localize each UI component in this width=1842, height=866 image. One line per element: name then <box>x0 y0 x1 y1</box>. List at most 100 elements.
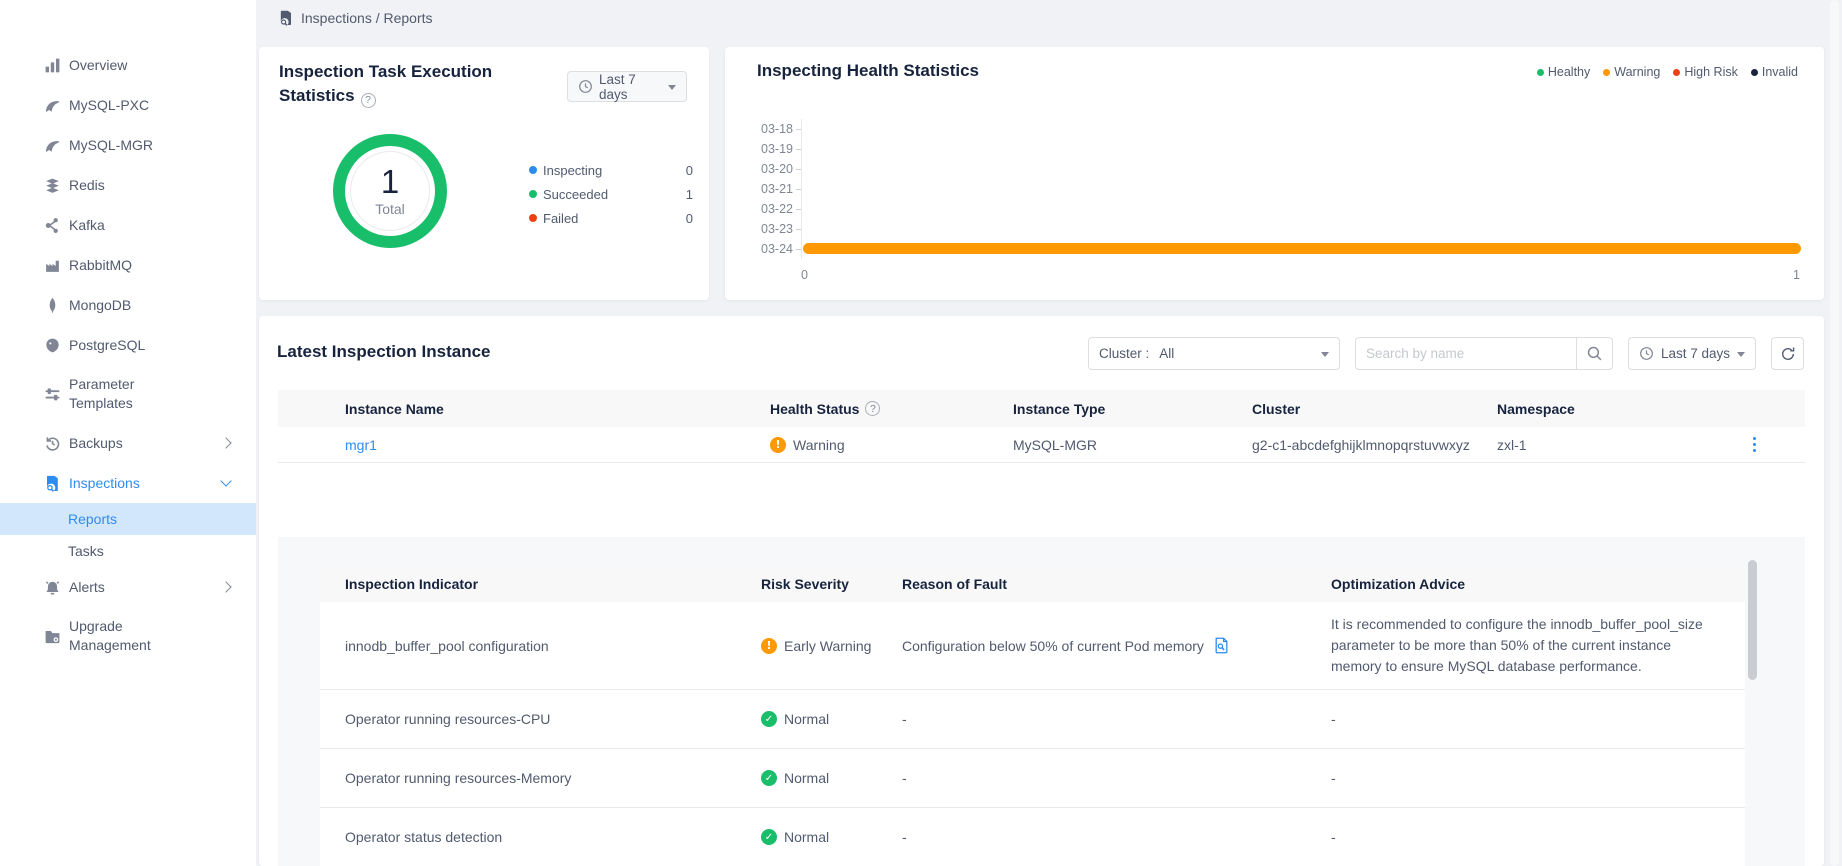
chevron-right-icon <box>220 437 231 448</box>
sidebar-item-inspections[interactable]: Inspections <box>0 463 256 503</box>
caret-down-icon <box>668 85 676 94</box>
legend-count: 1 <box>686 187 693 202</box>
bar-chart-icon <box>44 57 61 74</box>
search-input[interactable] <box>1356 338 1576 369</box>
risk-severity-badge: Early Warning <box>761 638 902 654</box>
sidebar-item-overview[interactable]: Overview <box>0 45 256 85</box>
y-tick-label: 03-21 <box>753 182 793 196</box>
y-tick-label: 03-23 <box>753 222 793 236</box>
risk-severity-badge: Normal <box>761 829 902 845</box>
layers-icon <box>44 177 61 194</box>
refresh-button[interactable] <box>1771 337 1804 370</box>
col-reason-of-fault: Reason of Fault <box>902 576 1331 592</box>
help-icon[interactable]: ? <box>865 401 880 416</box>
sidebar-item-tasks[interactable]: Tasks <box>0 535 256 567</box>
sidebar-nav: Overview MySQL-PXC MySQL-MGR Redis Kafka… <box>0 0 256 665</box>
task-stats-title: Inspection Task Execution Statistics? <box>279 60 524 108</box>
legend-item-inspecting[interactable]: Inspecting 0 <box>529 158 693 182</box>
detail-table: Inspection Indicator Risk Severity Reaso… <box>320 565 1745 866</box>
clock-icon <box>578 79 593 94</box>
dolphin-icon <box>44 137 61 154</box>
y-tick-label: 03-19 <box>753 142 793 156</box>
sidebar-item-parameter-templates[interactable]: Parameter Templates <box>0 365 256 423</box>
task-range-select[interactable]: Last 7 days <box>567 71 687 102</box>
sidebar-item-kafka[interactable]: Kafka <box>0 205 256 245</box>
risk-severity-badge: Normal <box>761 711 902 727</box>
health-chart-row: 03-22 <box>753 199 1800 219</box>
chevron-right-icon <box>220 581 231 592</box>
donut-total-value: 1 <box>381 165 399 199</box>
search-icon[interactable] <box>1576 338 1612 369</box>
report-detail-icon[interactable] <box>1213 637 1230 654</box>
detail-scrollbar-thumb[interactable] <box>1748 560 1757 680</box>
health-chart-xaxis: 0 1 <box>801 268 1800 282</box>
legend-item-warning[interactable]: Warning <box>1603 65 1660 79</box>
search-box <box>1355 337 1613 370</box>
clock-icon <box>1639 346 1654 361</box>
health-stats-card: Inspecting Health Statistics Healthy War… <box>725 47 1824 300</box>
legend-dot <box>1673 69 1680 76</box>
health-chart-row: 03-23 <box>753 219 1800 239</box>
legend-dot <box>1537 69 1544 76</box>
dolphin-icon <box>44 97 61 114</box>
inspection-icon <box>44 475 61 492</box>
sidebar-item-rabbitmq[interactable]: RabbitMQ <box>0 245 256 285</box>
legend-dot <box>529 190 537 198</box>
sidebar-item-mongodb[interactable]: MongoDB <box>0 285 256 325</box>
x-tick-max: 1 <box>1793 268 1800 282</box>
network-icon <box>44 217 61 234</box>
warning-circle-icon <box>761 638 777 654</box>
detail-row: Operator running resources-CPU Normal - … <box>320 690 1745 749</box>
instance-filters: Cluster : All Last 7 days <box>1088 337 1804 370</box>
task-legend: Inspecting 0 Succeeded 1 Failed 0 <box>529 158 693 230</box>
instance-row: mgr1 Warning MySQL-MGR g2-c1-abcdefghijk… <box>278 427 1805 463</box>
chevron-down-icon <box>220 475 231 486</box>
instance-name-link[interactable]: mgr1 <box>345 437 377 453</box>
page-scrollbar[interactable] <box>1830 0 1839 866</box>
legend-item-invalid[interactable]: Invalid <box>1751 65 1798 79</box>
cluster-select[interactable]: Cluster : All <box>1088 337 1340 370</box>
instance-type-value: MySQL-MGR <box>1013 437 1252 453</box>
caret-down-icon <box>1737 352 1745 361</box>
leaf-icon <box>44 297 61 314</box>
col-namespace: Namespace <box>1497 401 1740 417</box>
legend-dot <box>1751 69 1758 76</box>
sidebar-item-mysql-mgr[interactable]: MySQL-MGR <box>0 125 256 165</box>
y-tick-label: 03-22 <box>753 202 793 216</box>
instance-table-header: Instance Name Health Status? Instance Ty… <box>278 390 1805 427</box>
restore-icon <box>44 435 61 452</box>
sidebar-item-postgresql[interactable]: PostgreSQL <box>0 325 256 365</box>
check-circle-icon <box>761 770 777 786</box>
health-chart-row: 03-21 <box>753 179 1800 199</box>
instance-detail-panel: Inspection Indicator Risk Severity Reaso… <box>278 537 1805 866</box>
legend-item-healthy[interactable]: Healthy <box>1537 65 1590 79</box>
legend-dot <box>1603 69 1610 76</box>
inspection-icon <box>278 10 294 26</box>
alarm-icon <box>44 579 61 596</box>
legend-count: 0 <box>686 211 693 226</box>
row-actions-menu[interactable] <box>1749 433 1761 457</box>
y-tick-label: 03-20 <box>753 162 793 176</box>
col-risk-severity: Risk Severity <box>761 576 902 592</box>
breadcrumb[interactable]: Inspections / Reports <box>278 10 433 26</box>
col-instance-type: Instance Type <box>1013 401 1252 417</box>
sidebar-item-backups[interactable]: Backups <box>0 423 256 463</box>
date-range-select[interactable]: Last 7 days <box>1628 337 1756 370</box>
health-chart-row: 03-19 <box>753 139 1800 159</box>
donut-total-label: Total <box>375 201 405 217</box>
sidebar-item-mysql-pxc[interactable]: MySQL-PXC <box>0 85 256 125</box>
col-instance-name: Instance Name <box>345 401 770 417</box>
legend-item-failed[interactable]: Failed 0 <box>529 206 693 230</box>
sidebar-item-alerts[interactable]: Alerts <box>0 567 256 607</box>
legend-dot <box>529 214 537 222</box>
health-bar-chart: 03-1803-1903-2003-2103-2203-2303-24 0 1 <box>753 119 1800 282</box>
instance-table: Instance Name Health Status? Instance Ty… <box>278 390 1805 463</box>
sidebar-item-reports[interactable]: Reports <box>0 503 256 535</box>
inspection-instance-card: Latest Inspection Instance Cluster : All… <box>259 316 1824 866</box>
sidebar-item-upgrade-management[interactable]: Upgrade Management <box>0 607 256 665</box>
task-range-value: Last 7 days <box>599 72 668 102</box>
help-icon[interactable]: ? <box>361 93 376 108</box>
sidebar-item-redis[interactable]: Redis <box>0 165 256 205</box>
legend-item-succeeded[interactable]: Succeeded 1 <box>529 182 693 206</box>
legend-item-high-risk[interactable]: High Risk <box>1673 65 1738 79</box>
